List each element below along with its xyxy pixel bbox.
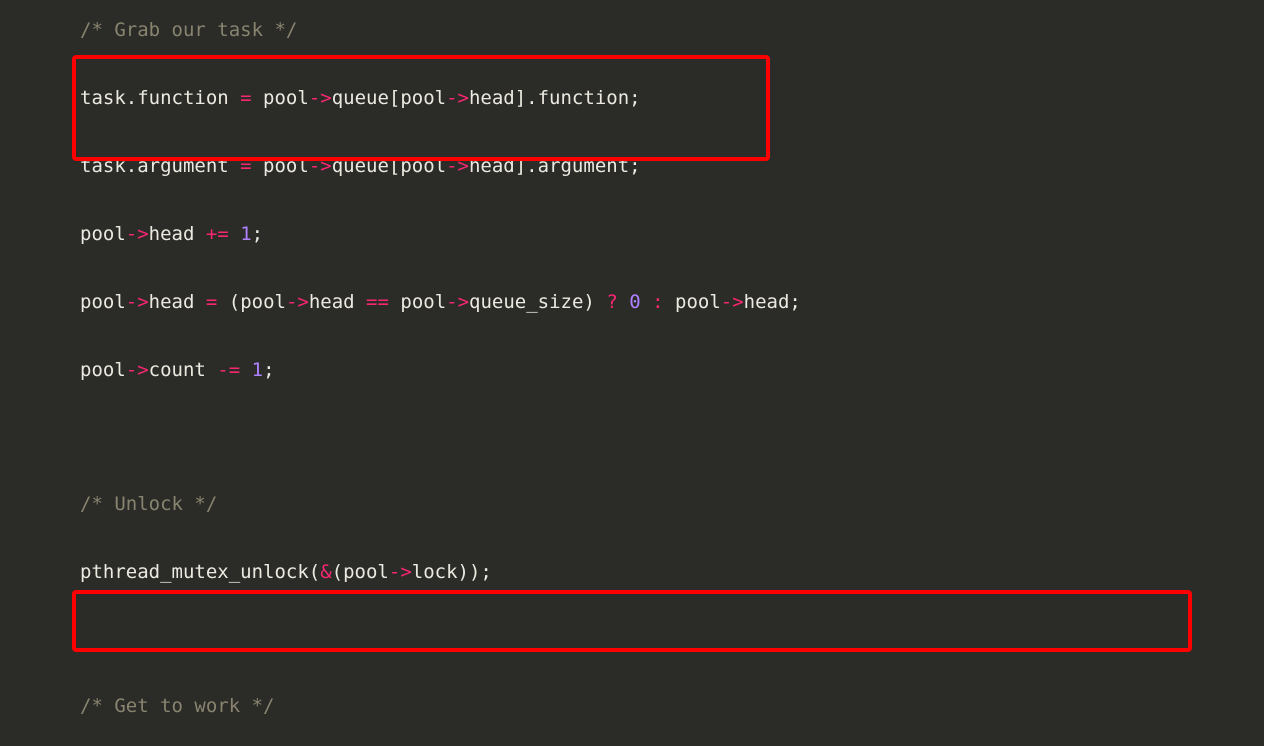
- code-line: pthread_mutex_unlock(&(pool->lock));: [20, 548, 1264, 597]
- code-line: /* Get to work */: [20, 682, 1264, 731]
- code-line: /* Grab our task */: [20, 6, 1264, 55]
- code-line: pool->count -= 1;: [20, 346, 1264, 395]
- code-line: task.argument = pool->queue[pool->head].…: [20, 142, 1264, 191]
- code-line: /* Unlock */: [20, 480, 1264, 529]
- code-block: /* Grab our task */ task.function = pool…: [0, 0, 1264, 746]
- code-line: pool->head += 1;: [20, 210, 1264, 259]
- comment-unlock: /* Unlock */: [80, 495, 217, 514]
- code-line: task.function = pool->queue[pool->head].…: [20, 74, 1264, 123]
- comment-get-to-work: /* Get to work */: [80, 697, 274, 716]
- code-line: pool->head = (pool->head == pool->queue_…: [20, 278, 1264, 327]
- comment-grab-task: /* Grab our task */: [80, 21, 297, 40]
- blank-line: [20, 616, 1264, 663]
- blank-line: [20, 414, 1264, 461]
